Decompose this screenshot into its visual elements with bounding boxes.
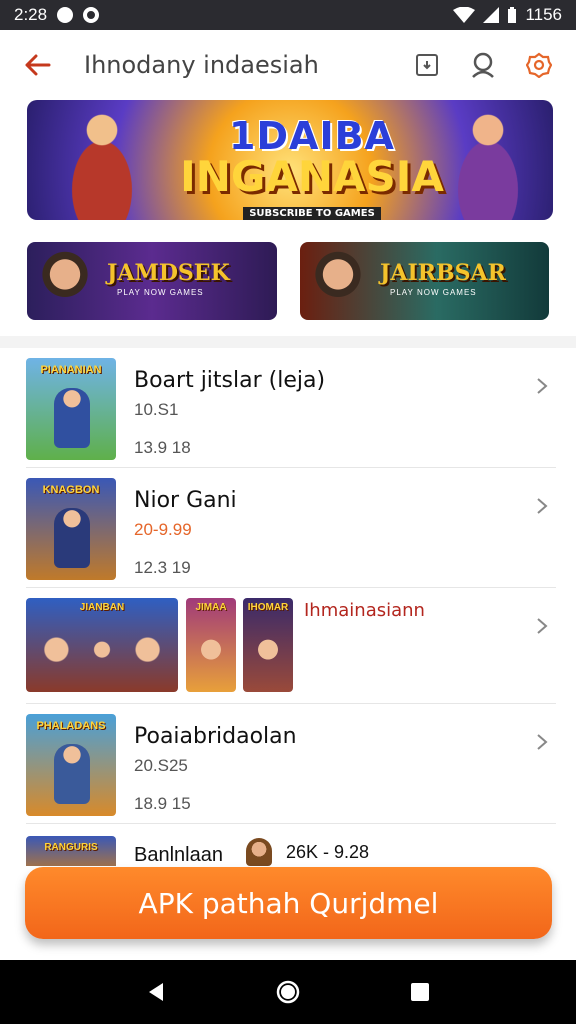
card-subtitle: PLAY NOW GAMES: [117, 288, 204, 297]
nav-home-button[interactable]: [268, 972, 308, 1012]
notification-icon: [57, 7, 74, 23]
avatar: [246, 838, 272, 866]
nav-back-button[interactable]: [136, 972, 176, 1012]
promo-card-2[interactable]: JAIRBSAR PLAY NOW GAMES: [300, 242, 549, 320]
thumbnail-label: KNAGBON: [42, 484, 100, 496]
back-arrow-icon: [25, 54, 51, 76]
card-title: JAIRBSAR: [380, 260, 506, 286]
thumbnail-character: [54, 744, 90, 804]
game-thumbnail: PIANANIAN: [26, 358, 116, 460]
download-button[interactable]: [408, 46, 446, 84]
banner-logo: 1DAIBA INGANASIA SUBSCRIBE TO GAMES: [177, 114, 447, 220]
thumbnail-label: IHOMAR: [247, 602, 289, 613]
list-item[interactable]: PIANANIAN Boart jitslar (leja) 10.S1 13.…: [26, 348, 556, 468]
search-button[interactable]: [464, 46, 502, 84]
item-title: Poaiabridaolan: [134, 724, 297, 749]
thumbnail-characters: [186, 630, 236, 686]
item-subtitle: 20-9.99: [134, 520, 192, 539]
list-item-partial[interactable]: RANGURIS Banlnlaan 26K - 9.28: [26, 826, 556, 866]
gear-icon: [526, 52, 552, 78]
recents-square-icon: [411, 983, 429, 1001]
download-box-icon: [416, 54, 438, 76]
item-subtitle: 20.S25: [134, 756, 188, 775]
item-meta: 12.3 19: [134, 558, 191, 577]
back-button[interactable]: [18, 45, 58, 85]
system-nav-bar: [0, 960, 576, 1024]
card-title: JAMDSEK: [107, 260, 230, 286]
game-thumbnail: JIMAA: [186, 598, 236, 692]
thumbnail-characters: [26, 630, 178, 686]
list-item[interactable]: JIANBAN JIMAA IHOMAR Ihmainasiann: [26, 588, 556, 704]
section-divider: [0, 336, 576, 348]
list-item[interactable]: PHALADANS Poaiabridaolan 20.S25 18.9 15: [26, 704, 556, 824]
thumbnail-label: JIMAA: [195, 602, 227, 613]
game-thumbnail: KNAGBON: [26, 478, 116, 580]
signal-icon: [483, 7, 500, 23]
status-time: 2:28: [14, 5, 48, 24]
item-subtitle: 10.S1: [134, 400, 179, 419]
home-circle-icon: [276, 980, 300, 1004]
hero-character-right: [433, 100, 543, 220]
item-meta: 13.9 18: [134, 438, 191, 457]
settings-button[interactable]: [520, 46, 558, 84]
back-triangle-icon: [149, 983, 163, 1001]
nav-recents-button[interactable]: [400, 972, 440, 1012]
battery-icon: [508, 7, 517, 23]
banner-line3: SUBSCRIBE TO GAMES: [243, 207, 381, 220]
game-list: PIANANIAN Boart jitslar (leja) 10.S1 13.…: [0, 348, 576, 824]
chevron-right-icon: [537, 734, 548, 750]
card-character: [308, 248, 368, 314]
thumbnail-label: PIANANIAN: [40, 364, 102, 376]
banner-line2: INGANASIA: [180, 152, 444, 201]
thumbnail-character: [54, 508, 90, 568]
card-character: [35, 248, 95, 314]
thumbnail-character: [54, 388, 90, 448]
game-thumbnail: IHOMAR: [243, 598, 293, 692]
item-title: Boart jitslar (leja): [134, 368, 326, 393]
status-bar: 2:28 1156: [0, 0, 576, 30]
wifi-icon: [453, 7, 476, 23]
game-thumbnail: RANGURIS: [26, 836, 116, 866]
item-meta: 18.9 15: [134, 794, 191, 813]
download-apk-button[interactable]: APK pathah Qurjdmel: [25, 867, 552, 939]
page-title: Ihnodany indaesiah: [84, 51, 319, 79]
item-title: Nior Gani: [134, 488, 237, 513]
hero-banner[interactable]: 1DAIBA INGANASIA SUBSCRIBE TO GAMES: [27, 100, 553, 220]
list-item[interactable]: KNAGBON Nior Gani 20-9.99 12.3 19: [26, 468, 556, 588]
game-thumbnail: JIANBAN: [26, 598, 178, 692]
sync-icon: [83, 7, 100, 23]
item-title: Banlnlaan: [134, 844, 223, 866]
battery-text: 1156: [525, 5, 562, 24]
chevron-right-icon: [537, 378, 548, 394]
thumbnail-label: PHALADANS: [36, 720, 106, 732]
game-thumbnail: PHALADANS: [26, 714, 116, 816]
item-title: Ihmainasiann: [304, 600, 425, 621]
card-subtitle: PLAY NOW GAMES: [390, 288, 477, 297]
thumbnail-label: JIANBAN: [79, 602, 125, 613]
thumbnail-characters: [243, 630, 293, 686]
chevron-right-icon: [537, 618, 548, 634]
item-meta: 26K - 9.28: [286, 842, 370, 862]
hero-character-left: [47, 100, 157, 220]
chevron-right-icon: [537, 498, 548, 514]
thumbnail-label: RANGURIS: [44, 842, 98, 853]
search-icon: [472, 52, 494, 78]
app-bar: Ihnodany indaesiah: [0, 30, 576, 100]
promo-card-1[interactable]: JAMDSEK PLAY NOW GAMES: [27, 242, 277, 320]
